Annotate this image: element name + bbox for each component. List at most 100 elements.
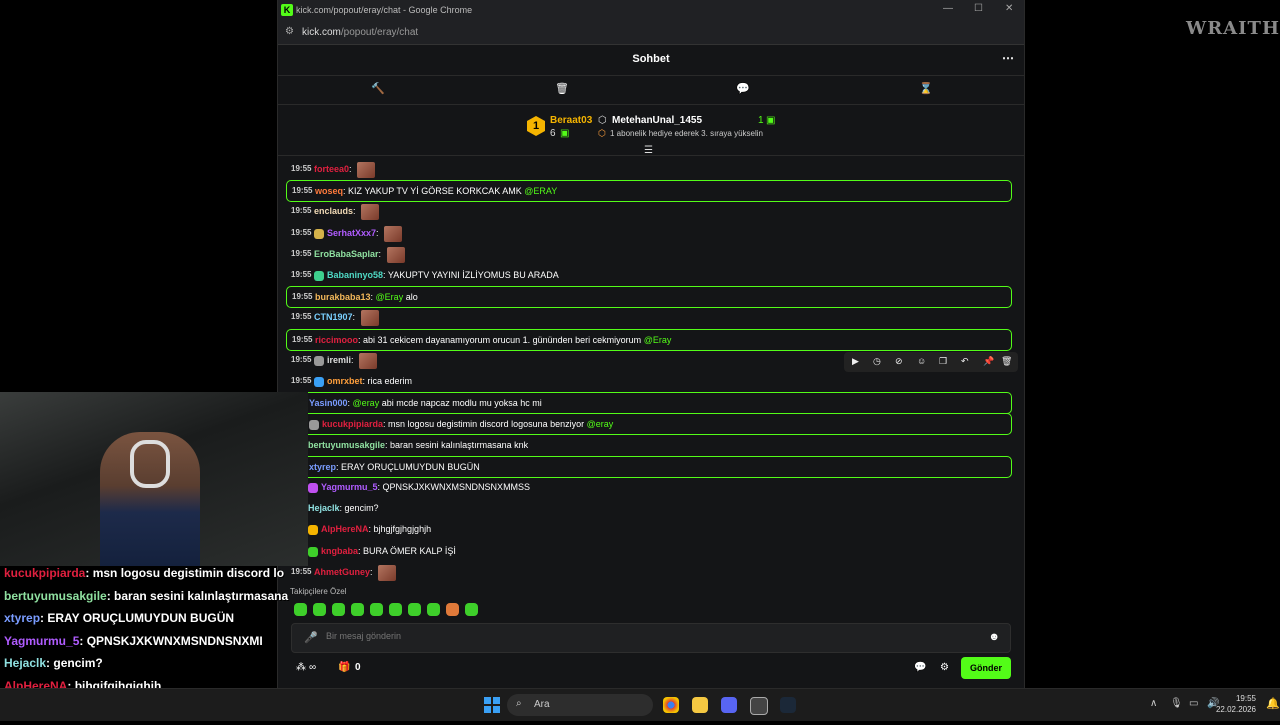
message-username[interactable]: xtyrep: [309, 462, 336, 472]
emote-2[interactable]: [313, 603, 326, 616]
chat-message[interactable]: 19:55 AhmetGuney:: [286, 562, 1010, 582]
collapse-icon[interactable]: ☰: [644, 145, 653, 156]
emote-5[interactable]: [370, 603, 383, 616]
chrome-window: K kick.com/popout/eray/chat - Google Chr…: [277, 0, 1025, 688]
chat-message[interactable]: Hejaclk: gencim?: [286, 498, 1010, 518]
maximize-icon[interactable]: ☐: [974, 3, 983, 14]
minimize-icon[interactable]: —: [943, 3, 953, 14]
message-username[interactable]: EroBabaSaplar: [314, 249, 379, 259]
chat-message[interactable]: 19:55 iremli:: [286, 350, 1010, 370]
message-username[interactable]: Babaninyo58: [327, 270, 383, 280]
chat-message[interactable]: 19:55 riccimooo: abi 31 cekicem dayanamıy…: [286, 329, 1012, 351]
chat-message[interactable]: xtyrep: ERAY ORUÇLUMUYDUN BUGÜN: [286, 456, 1012, 478]
message-username[interactable]: Yasin000: [309, 398, 348, 408]
chat-message[interactable]: 19:55 Babaninyo58: YAKUPTV YAYINI İZLİYOM…: [286, 265, 1010, 285]
mention[interactable]: @Eray: [644, 335, 672, 345]
message-username[interactable]: burakbaba13: [315, 292, 371, 302]
url-text[interactable]: kick.com/popout/eray/chat: [302, 27, 418, 38]
message-username[interactable]: kucukpipiarda: [322, 419, 383, 429]
mention[interactable]: @ERAY: [524, 186, 557, 196]
taskbar-search[interactable]: ⌕ Ara: [507, 694, 653, 716]
site-settings-icon[interactable]: ⚙: [285, 26, 294, 37]
message-username[interactable]: bertuyumusakgile: [308, 440, 385, 450]
tray-chevron-icon[interactable]: ∧: [1150, 698, 1157, 709]
chat-message[interactable]: Yasin000: @eray abi mcde napcaz modlu mu…: [286, 392, 1012, 414]
send-button[interactable]: Gönder: [961, 657, 1011, 679]
leader-name[interactable]: Beraat03: [550, 115, 592, 126]
overlay-username: Hejaclk: [4, 656, 47, 671]
message-username[interactable]: Hejaclk: [308, 503, 340, 513]
second-name[interactable]: MetehanUnal_1455: [612, 115, 702, 126]
user-badge-icon: [308, 524, 318, 535]
emoji-picker-icon[interactable]: ☻: [988, 631, 1000, 643]
chat-input-box[interactable]: 🎤 ☻: [291, 623, 1011, 653]
overlay-message: Hejaclk: gencim?: [4, 656, 103, 679]
message-username[interactable]: AhmetGuney: [314, 567, 370, 577]
chat-message[interactable]: 19:55 CTN1907:: [286, 307, 1010, 327]
xbox-icon[interactable]: [750, 697, 768, 715]
chat-message[interactable]: 19:55 EroBabaSaplar:: [286, 244, 1010, 264]
overlay-username: xtyrep: [4, 611, 41, 626]
chat-message[interactable]: 19:55 woseq: KIZ YAKUP TV Yİ GÖRSE KORKCA…: [286, 180, 1012, 202]
chat-message[interactable]: 19:55 forteea0:: [286, 159, 1010, 179]
emote-10[interactable]: [465, 603, 478, 616]
chat-message[interactable]: kucukpipiarda: msn logosu degistimin dis…: [286, 413, 1012, 435]
emote-7[interactable]: [408, 603, 421, 616]
hourglass-icon[interactable]: ⌛: [919, 82, 933, 95]
message-username[interactable]: kngbaba: [321, 546, 358, 556]
trash-icon[interactable]: 🗑: [555, 82, 569, 95]
notification-icon[interactable]: 🔔: [1266, 697, 1280, 710]
emote-1[interactable]: [294, 603, 307, 616]
separator: :: [351, 355, 357, 365]
message-username[interactable]: enclauds: [314, 206, 353, 216]
settings-icon[interactable]: ⚙: [940, 662, 949, 673]
chat-bubble-footer-icon[interactable]: 💬: [914, 662, 926, 673]
more-icon[interactable]: ⋯: [1002, 51, 1014, 65]
chat-bubble-icon[interactable]: 💬: [736, 82, 750, 95]
clock[interactable]: 19:55 22.02.2026: [1216, 693, 1256, 715]
hammer-icon[interactable]: 🔨: [371, 82, 385, 95]
points-icon[interactable]: ⁂: [296, 662, 306, 673]
chat-message[interactable]: Yagmurmu_5: QPNSKJXKWNXMSNDNSNXMMSS: [286, 477, 1010, 497]
chrome-icon[interactable]: [663, 697, 679, 713]
chat-message[interactable]: 19:55 omrxbet: rica ederim: [286, 371, 1010, 391]
message-username[interactable]: omrxbet: [327, 376, 363, 386]
chat-message[interactable]: 19:55 SerhatXxx7:: [286, 223, 1010, 243]
gift-box-icon[interactable]: 🎁: [338, 662, 350, 673]
chat-header: Sohbet ⋯: [278, 44, 1024, 76]
message-time: 19:55: [292, 335, 313, 344]
mic-icon[interactable]: 🎤: [304, 631, 318, 644]
address-bar[interactable]: ⚙ kick.com/popout/eray/chat: [278, 21, 1024, 45]
message-username[interactable]: SerhatXxx7: [327, 228, 376, 238]
emote-9[interactable]: [446, 603, 459, 616]
emote-3[interactable]: [332, 603, 345, 616]
message-username[interactable]: iremli: [327, 355, 351, 365]
chat-message[interactable]: 19:55 enclauds:: [286, 201, 1010, 221]
chat-message[interactable]: 19:55 burakbaba13: @Eray alo: [286, 286, 1012, 308]
message-username[interactable]: CTN1907: [314, 312, 353, 322]
message-username[interactable]: AlpHereNA: [321, 524, 369, 534]
chat-message[interactable]: kngbaba: BURA ÖMER KALP İŞİ: [286, 541, 1010, 561]
chat-message[interactable]: AlpHereNA: bjhgjfgjhgjghjh: [286, 519, 1010, 539]
close-icon[interactable]: ✕: [1005, 3, 1013, 14]
chat-input[interactable]: [324, 630, 968, 642]
chat-message[interactable]: bertuyumusakgile: baran sesini kalınlaşt…: [286, 435, 1010, 455]
discord-icon[interactable]: [721, 697, 737, 713]
message-username[interactable]: riccimooo: [315, 335, 358, 345]
steam-icon[interactable]: [780, 697, 796, 713]
emote-6[interactable]: [389, 603, 402, 616]
mic-tray-icon[interactable]: 🎙: [1170, 698, 1183, 709]
file-explorer-icon[interactable]: [692, 697, 708, 713]
windows-start-icon[interactable]: [484, 697, 500, 713]
separator: :: [378, 249, 384, 259]
network-icon[interactable]: ▭: [1189, 698, 1198, 709]
emote-4[interactable]: [351, 603, 364, 616]
mention[interactable]: @eray: [587, 419, 614, 429]
mention[interactable]: @eray: [353, 398, 380, 408]
message-username[interactable]: forteea0: [314, 164, 349, 174]
emote-image: [384, 225, 403, 242]
emote-8[interactable]: [427, 603, 440, 616]
message-username[interactable]: Yagmurmu_5: [321, 482, 378, 492]
mention[interactable]: @Eray: [376, 292, 404, 302]
message-username[interactable]: woseq: [315, 186, 343, 196]
